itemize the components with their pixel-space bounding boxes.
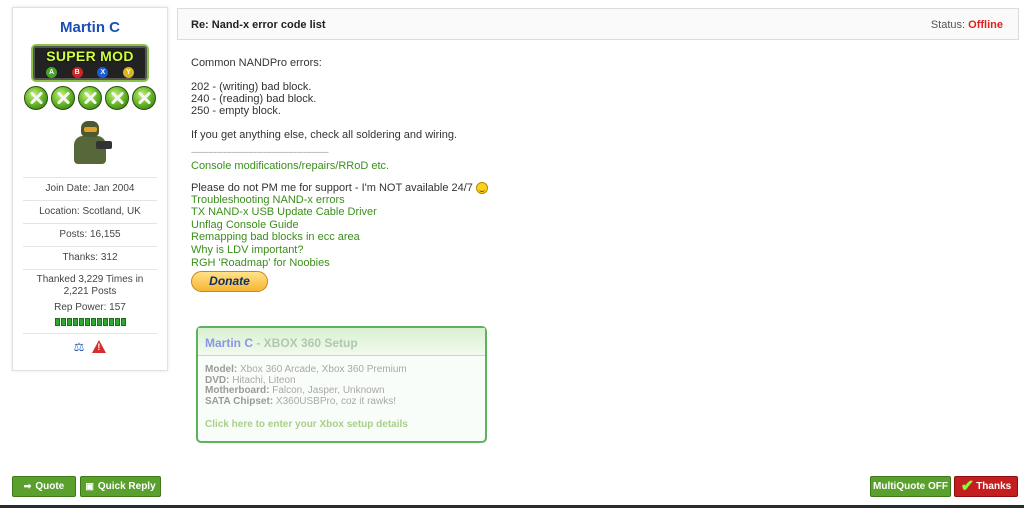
signature-link[interactable]: Why is LDV important? <box>191 244 811 257</box>
location: Location: Scotland, UK <box>23 200 157 223</box>
thanks-count: Thanks: 312 <box>23 246 157 269</box>
xbox-orb-icon <box>78 86 102 110</box>
post-header: Re: Nand-x error code list Status: Offli… <box>177 8 1019 40</box>
xbox-orb-icon <box>105 86 129 110</box>
user-info-panel: Martin C SUPER MOD A B X Y Join Date: Ja… <box>12 7 168 371</box>
error-line: 202 - (writing) bad block. <box>191 81 312 93</box>
xbox-orb-icon <box>24 86 48 110</box>
xbox-orb-icon <box>51 86 75 110</box>
multiquote-button[interactable]: MultiQuote OFF <box>870 476 951 497</box>
console-mods-link[interactable]: Console modifications/repairs/RRoD etc. <box>191 160 811 173</box>
reputation-bar <box>13 318 167 327</box>
join-date: Join Date: Jan 2004 <box>23 177 157 200</box>
quick-reply-button[interactable]: ▣ Quick Reply <box>80 476 161 497</box>
signature-link[interactable]: Troubleshooting NAND-x errors <box>191 194 811 207</box>
controller-buttons-icon: A B X Y <box>46 67 134 78</box>
setup-title: Martin C - XBOX 360 Setup <box>198 328 485 356</box>
user-action-icons: ⚖ <box>23 333 157 354</box>
checkmark-icon: ✔ <box>960 478 975 495</box>
reply-icon: ▣ <box>85 481 94 491</box>
setup-details-link[interactable]: Click here to enter your Xbox setup deta… <box>205 419 485 431</box>
setup-details: Model: Xbox 360 Arcade, Xbox 360 Premium… <box>198 356 485 431</box>
rank-icons <box>13 86 167 110</box>
thanked-stats: Thanked 3,229 Times in 2,221 Posts <box>23 269 157 301</box>
signature-link[interactable]: Unflag Console Guide <box>191 219 811 232</box>
intro-text: Common NANDPro errors: <box>191 57 322 69</box>
signature-link[interactable]: RGH 'Roadmap' for Noobies <box>191 257 811 270</box>
quote-button[interactable]: ➡ Quote <box>12 476 76 497</box>
error-line: 240 - (reading) bad block. <box>191 93 317 105</box>
user-status: Status: Offline <box>930 19 1003 31</box>
pm-notice: Please do not PM me for support - I'm NO… <box>191 182 811 194</box>
thanks-button[interactable]: ✔ Thanks <box>954 476 1018 497</box>
report-warning-icon[interactable] <box>92 340 107 353</box>
divider <box>0 505 1024 508</box>
post-title: Re: Nand-x error code list <box>191 19 326 31</box>
signature-link[interactable]: TX NAND-x USB Update Cable Driver <box>191 206 811 219</box>
signature-separator: ----------------------------------------… <box>191 147 329 157</box>
signature-link[interactable]: Remapping bad blocks in ecc area <box>191 231 811 244</box>
super-mod-badge: SUPER MOD A B X Y <box>31 44 149 82</box>
error-line: 250 - empty block. <box>191 105 281 117</box>
username-link[interactable]: Martin C <box>13 19 167 36</box>
smiley-icon <box>475 181 488 194</box>
donate-button[interactable]: Donate <box>191 271 268 293</box>
badge-text: SUPER MOD <box>46 48 134 64</box>
avatar[interactable] <box>68 119 112 165</box>
xbox-setup-box: Martin C - XBOX 360 Setup Model: Xbox 36… <box>196 326 487 443</box>
quote-icon: ➡ <box>23 481 32 491</box>
post-content: Common NANDPro errors: 202 - (writing) b… <box>191 57 811 293</box>
setup-row: SATA Chipset: X360USBPro, coz it rawks! <box>205 395 396 407</box>
rep-power: Rep Power: 157 <box>54 302 126 313</box>
advice-text: If you get anything else, check all sold… <box>191 129 457 141</box>
post-count: Posts: 16,155 <box>23 223 157 246</box>
reputation-scale-icon[interactable]: ⚖ <box>74 340 85 354</box>
xbox-orb-icon <box>132 86 156 110</box>
status-value: Offline <box>968 19 1003 31</box>
